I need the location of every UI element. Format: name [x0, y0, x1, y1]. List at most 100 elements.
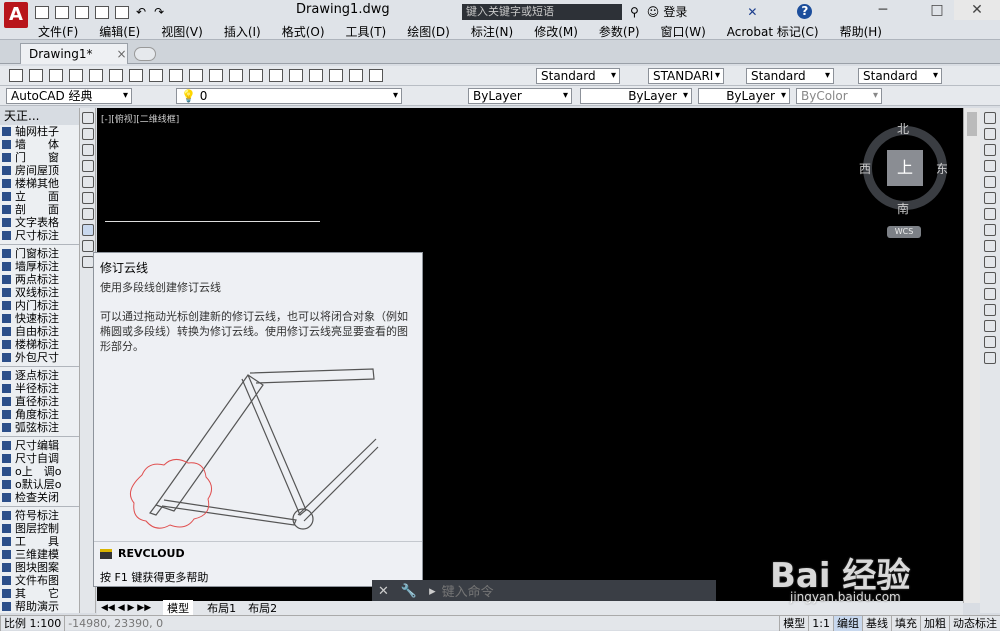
palette-item[interactable]: 剖 面	[0, 203, 79, 216]
line-tool-icon[interactable]	[82, 112, 94, 124]
toolbar-zoom-icon[interactable]	[269, 69, 283, 82]
toolbar-matchprop-icon[interactable]	[189, 69, 203, 82]
saveas-icon[interactable]	[95, 5, 109, 19]
linetype-select[interactable]: ByLayer	[580, 88, 692, 104]
spline-tool-icon[interactable]	[82, 240, 94, 252]
polygon-tool-icon[interactable]	[82, 160, 94, 172]
rotate-tool-icon[interactable]	[984, 208, 996, 220]
palette-item[interactable]: 半径标注	[0, 382, 79, 395]
offset-tool-icon[interactable]	[984, 160, 996, 172]
palette-item[interactable]: 楼梯标注	[0, 338, 79, 351]
palette-item[interactable]: 轴网柱子	[0, 125, 79, 138]
toolbar-undo-icon[interactable]	[209, 69, 223, 82]
palette-item[interactable]: 图层控制	[0, 522, 79, 535]
palette-item[interactable]: 双线标注	[0, 286, 79, 299]
viewcube-east[interactable]: 东	[936, 160, 948, 177]
palette-item[interactable]: 其 它	[0, 587, 79, 600]
palette-item[interactable]: 文件布图	[0, 574, 79, 587]
tab-close-icon[interactable]: ×	[117, 44, 127, 64]
viewcube-top-face[interactable]: 上	[887, 150, 923, 186]
scroll-thumb[interactable]	[967, 112, 977, 136]
palette-item[interactable]: 尺寸标注	[0, 229, 79, 242]
palette-item[interactable]: 自由标注	[0, 325, 79, 338]
minimize-button[interactable]: ─	[860, 0, 906, 20]
chamfer-tool-icon[interactable]	[984, 320, 996, 332]
toolbar-paste-icon[interactable]	[169, 69, 183, 82]
palette-item[interactable]: 工 具	[0, 535, 79, 548]
palette-item[interactable]: 门窗标注	[0, 247, 79, 260]
viewport-controls[interactable]: [-][俯视][二维线框]	[101, 112, 179, 125]
model-status[interactable]: 模型	[779, 615, 808, 631]
color-select[interactable]: ByLayer	[468, 88, 572, 104]
toolbar-preview-icon[interactable]	[89, 69, 103, 82]
menu-help[interactable]: 帮助(H)	[840, 23, 882, 40]
rectangle-tool-icon[interactable]	[82, 176, 94, 188]
save-icon[interactable]	[75, 5, 89, 19]
revcloud-tool-icon[interactable]	[82, 224, 94, 236]
palette-item[interactable]: 快速标注	[0, 312, 79, 325]
user-icon[interactable]: ☺	[647, 5, 660, 19]
palette-item[interactable]: 三维建模	[0, 548, 79, 561]
toolbar-print-icon[interactable]	[69, 69, 83, 82]
undo-icon[interactable]: ↶	[136, 5, 146, 19]
menu-edit[interactable]: 编辑(E)	[99, 23, 140, 40]
toolbar-redo-icon[interactable]	[229, 69, 243, 82]
new-tab-button[interactable]	[134, 47, 156, 61]
palette-item[interactable]: 墙 体	[0, 138, 79, 151]
palette-item[interactable]: 弧弦标注	[0, 421, 79, 434]
toolbar-open-icon[interactable]	[29, 69, 43, 82]
binoculars-icon[interactable]: ⚲	[630, 5, 639, 19]
palette-item[interactable]: 立 面	[0, 190, 79, 203]
lineweight-select[interactable]: ByLayer	[698, 88, 790, 104]
dim-style-select[interactable]: STANDARI	[648, 68, 724, 84]
viewcube-west[interactable]: 西	[859, 160, 871, 177]
palette-item[interactable]: 楼梯其他	[0, 177, 79, 190]
palette-item[interactable]: 房间屋顶	[0, 164, 79, 177]
new-icon[interactable]	[35, 5, 49, 19]
toggle-group[interactable]: 编组	[833, 615, 862, 631]
scale-status[interactable]: 比例 1:100	[0, 615, 64, 631]
break-tool-icon[interactable]	[984, 288, 996, 300]
vertical-scrollbar[interactable]	[963, 108, 980, 603]
palette-item[interactable]: 角度标注	[0, 408, 79, 421]
toggle-fill[interactable]: 填充	[891, 615, 920, 631]
copy-tool-icon[interactable]	[984, 128, 996, 140]
exchange-icon[interactable]: ✕	[747, 5, 757, 19]
toggle-baseline[interactable]: 基线	[862, 615, 891, 631]
array-tool-icon[interactable]	[984, 176, 996, 188]
palette-item[interactable]: 尺寸编辑	[0, 439, 79, 452]
menu-format[interactable]: 格式(O)	[282, 23, 325, 40]
menu-dimension[interactable]: 标注(N)	[471, 23, 513, 40]
text-style-select[interactable]: Standard	[536, 68, 620, 84]
plotstyle-select[interactable]: ByColor	[796, 88, 882, 104]
redo-icon[interactable]: ↷	[154, 5, 164, 19]
toolbar-calc-icon[interactable]	[349, 69, 363, 82]
tab-layout2[interactable]: 布局2	[248, 600, 277, 616]
menu-modify[interactable]: 修改(M)	[534, 23, 578, 40]
palette-item[interactable]: o默认层o	[0, 478, 79, 491]
move-tool-icon[interactable]	[984, 192, 996, 204]
viewcube-south[interactable]: 南	[897, 200, 909, 217]
palette-item[interactable]: 逐点标注	[0, 369, 79, 382]
command-input[interactable]	[441, 584, 702, 600]
palette-item[interactable]: 文字表格	[0, 216, 79, 229]
app-logo[interactable]: A	[4, 2, 28, 28]
tab-layout1[interactable]: 布局1	[207, 600, 236, 616]
menu-insert[interactable]: 插入(I)	[224, 23, 261, 40]
document-tab[interactable]: Drawing1* ×	[20, 43, 128, 64]
mleader-style-select[interactable]: Standard	[858, 68, 942, 84]
arc-tool-icon[interactable]	[82, 192, 94, 204]
search-input[interactable]: 键入关键字或短语	[462, 4, 622, 20]
toggle-dynamic-dim[interactable]: 动态标注	[949, 615, 1000, 631]
menu-window[interactable]: 窗口(W)	[661, 23, 706, 40]
palette-item[interactable]: 门 窗	[0, 151, 79, 164]
open-icon[interactable]	[55, 5, 69, 19]
palette-item[interactable]: 图块图案	[0, 561, 79, 574]
workspace-select[interactable]: AutoCAD 经典	[6, 88, 132, 104]
annotation-scale[interactable]: 1:1	[808, 615, 833, 631]
menu-acrobat[interactable]: Acrobat 标记(C)	[727, 23, 819, 40]
menu-tools[interactable]: 工具(T)	[346, 23, 387, 40]
palette-item[interactable]: 检查关闭	[0, 491, 79, 504]
join-tool-icon[interactable]	[984, 304, 996, 316]
erase-tool-icon[interactable]	[984, 112, 996, 124]
